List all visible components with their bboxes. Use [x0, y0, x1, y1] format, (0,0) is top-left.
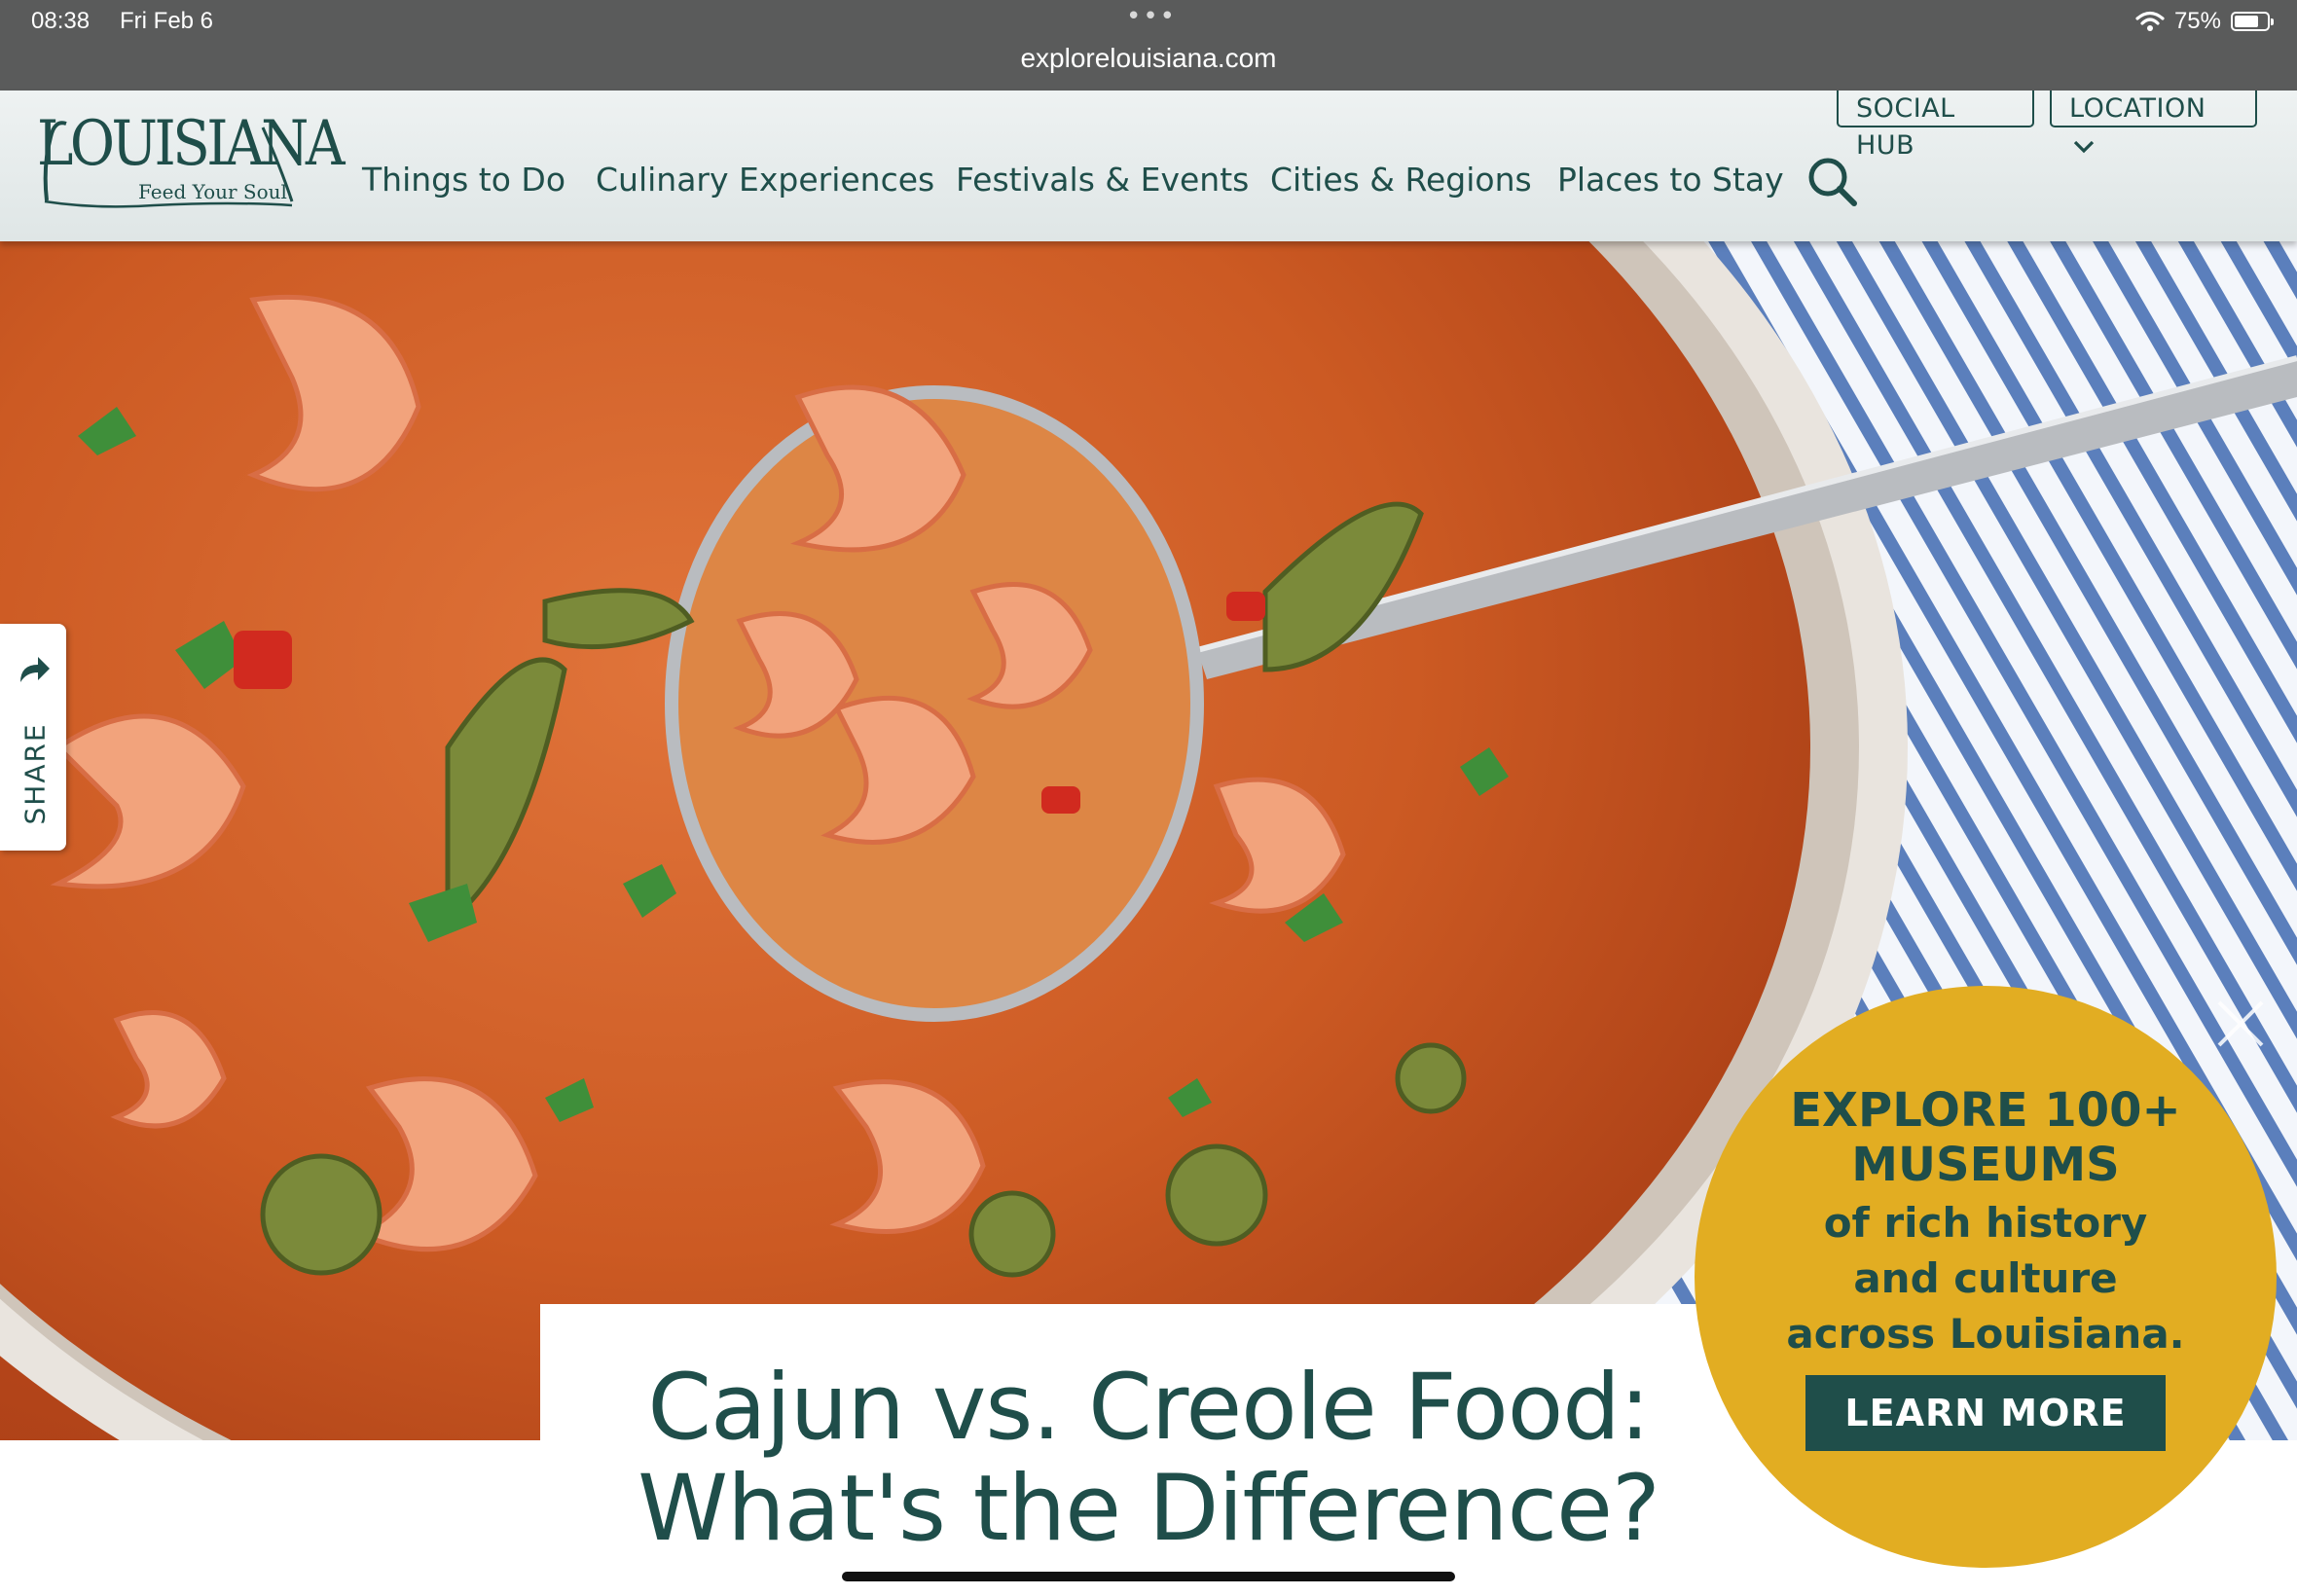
promo-headline-line-1: EXPLORE 100+	[1790, 1083, 2181, 1138]
share-arrow-icon	[20, 657, 50, 682]
status-bar: 08:38 Fri Feb 6 ••• explorelouisiana.com…	[0, 0, 2297, 91]
promo-subtext-line-3: across Louisiana.	[1786, 1310, 2185, 1358]
page-title-line-1: Cajun vs. Creole Food:	[647, 1355, 1650, 1461]
promo-headline: EXPLORE 100+ MUSEUMS	[1695, 1083, 2277, 1192]
social-hub-button[interactable]: SOCIAL HUB	[1837, 91, 2034, 161]
nav-cities-regions[interactable]: Cities & Regions	[1270, 161, 1532, 199]
page-title: Cajun vs. Creole Food: What's the Differ…	[540, 1358, 1757, 1560]
logo-tagline: Feed Your Soul.	[138, 180, 294, 203]
learn-more-button[interactable]: LEARN MORE	[1805, 1375, 2166, 1451]
multitasking-dots[interactable]: •••	[1126, 2, 1177, 31]
page-title-line-2: What's the Difference?	[638, 1456, 1660, 1562]
home-indicator[interactable]	[842, 1572, 1455, 1581]
promo-subtext-line-1: of rich history	[1823, 1199, 2148, 1247]
nav-things-to-do[interactable]: Things to Do	[362, 161, 565, 199]
promo-subtext-line-2: and culture	[1853, 1254, 2118, 1302]
status-time: 08:38	[31, 8, 91, 34]
share-label: SHARE	[18, 722, 52, 825]
nav-culinary-experiences[interactable]: Culinary Experiences	[596, 161, 934, 199]
site-header: LOUISIANA Feed Your Soul. SOCIAL HUB LOC…	[0, 91, 2297, 241]
address-bar-url: explorelouisiana.com	[1020, 43, 1277, 73]
status-indicators: 75%	[2135, 8, 2274, 35]
chevron-down-icon	[2073, 140, 2095, 153]
louisiana-logo[interactable]: LOUISIANA Feed Your Soul.	[37, 108, 346, 215]
social-hub-label: SOCIAL HUB	[1856, 93, 1955, 161]
learn-more-label: LEARN MORE	[1844, 1392, 2127, 1434]
close-icon[interactable]	[2215, 998, 2266, 1049]
status-date: Fri Feb 6	[120, 8, 214, 34]
address-bar[interactable]: explorelouisiana.com	[0, 43, 2297, 74]
wifi-icon	[2135, 11, 2165, 31]
logo-wordmark: LOUISIANA	[37, 108, 346, 180]
promo-subtext: of rich history and culture across Louis…	[1695, 1195, 2277, 1361]
nav-places-to-stay[interactable]: Places to Stay	[1557, 161, 1784, 199]
share-tab[interactable]: SHARE	[0, 624, 66, 851]
search-icon[interactable]	[1805, 155, 1860, 209]
battery-icon	[2231, 12, 2274, 31]
nav-festivals-events[interactable]: Festivals & Events	[956, 161, 1249, 199]
museums-promo[interactable]: EXPLORE 100+ MUSEUMS of rich history and…	[1695, 986, 2277, 1568]
promo-headline-line-2: MUSEUMS	[1851, 1138, 2120, 1192]
location-dropdown[interactable]: LOCATION	[2050, 91, 2257, 153]
battery-percent: 75%	[2173, 8, 2221, 34]
location-label: LOCATION	[2069, 93, 2206, 124]
